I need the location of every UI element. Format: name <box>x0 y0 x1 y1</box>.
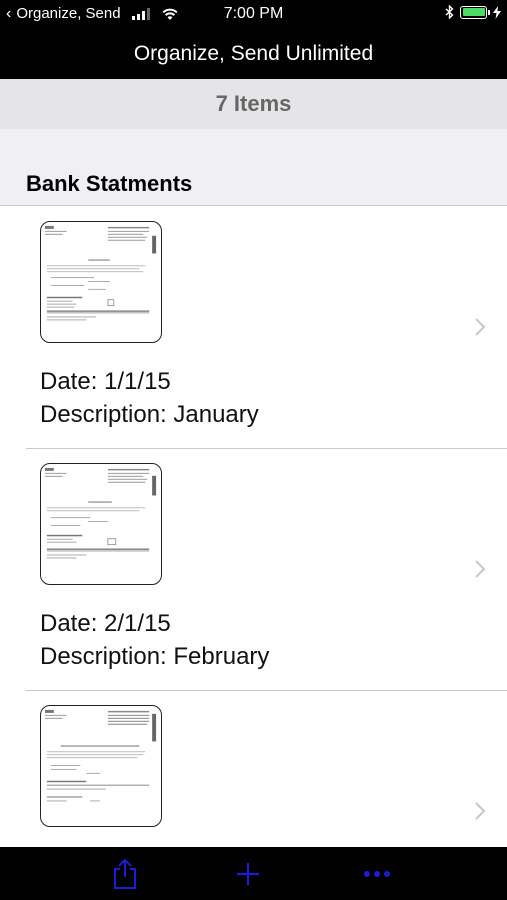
item-date: Date: 1/1/15 <box>40 368 171 395</box>
document-thumbnail <box>40 221 162 343</box>
item-description: Description: January <box>40 401 259 428</box>
item-count: 7 Items <box>215 91 292 116</box>
document-preview-icon <box>44 225 157 321</box>
section-header: Bank Statments <box>0 129 507 206</box>
more-button[interactable] <box>360 857 394 891</box>
share-icon <box>114 858 136 889</box>
disclosure-chevron-icon <box>475 802 486 820</box>
list-item[interactable]: Date: 1/1/15 Description: January <box>26 207 507 449</box>
item-description: Description: February <box>40 643 270 670</box>
section-title: Bank Statments <box>26 171 193 196</box>
bluetooth-icon <box>445 5 454 19</box>
bottom-toolbar <box>0 847 507 900</box>
nav-title: Organize, Send Unlimited <box>133 41 374 65</box>
share-button[interactable] <box>108 857 142 891</box>
list-item[interactable]: Date: 2/1/15 Description: February <box>26 449 507 691</box>
status-right <box>445 5 501 19</box>
document-thumbnail <box>40 705 162 827</box>
document-thumbnail <box>40 463 162 585</box>
document-list[interactable]: Date: 1/1/15 Description: January Date: … <box>0 207 507 847</box>
status-bar: ‹ Organize, Send 7:00 PM <box>0 0 507 28</box>
more-icon <box>364 871 390 877</box>
disclosure-chevron-icon <box>475 560 486 578</box>
navigation-bar: Organize, Send Unlimited <box>0 28 507 79</box>
status-time: 7:00 PM <box>223 5 284 22</box>
document-preview-icon <box>44 709 157 802</box>
charging-bolt-icon <box>493 5 501 19</box>
add-icon <box>237 863 259 885</box>
battery-icon <box>460 5 490 19</box>
list-item[interactable] <box>26 691 507 847</box>
add-button[interactable] <box>231 857 265 891</box>
item-count-bar: 7 Items <box>0 79 507 129</box>
item-date: Date: 2/1/15 <box>40 610 171 637</box>
disclosure-chevron-icon <box>475 318 486 336</box>
document-preview-icon <box>44 467 157 559</box>
